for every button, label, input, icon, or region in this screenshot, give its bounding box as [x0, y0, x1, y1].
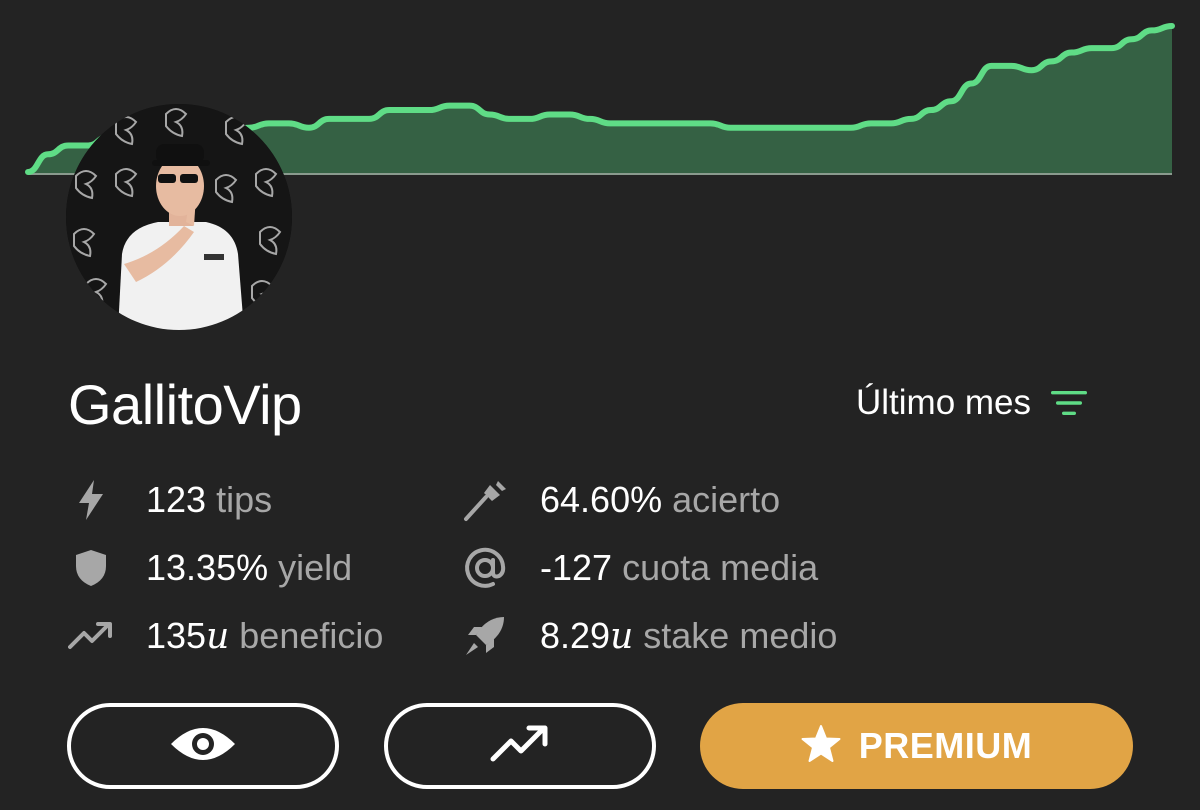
stat-acierto: 64.60% acierto [460, 470, 780, 530]
avatar[interactable] [66, 104, 292, 330]
dart-icon [460, 475, 510, 525]
stat-unit: u [206, 616, 230, 657]
stat-label: cuota media [622, 547, 819, 588]
stat-value: 64.60% [540, 479, 663, 520]
stat-beneficio: 135u beneficio [66, 606, 383, 666]
stats-button[interactable] [384, 703, 656, 789]
at-icon [460, 543, 510, 593]
eye-icon [168, 724, 238, 769]
premium-button[interactable]: PREMIUM [700, 703, 1133, 789]
stat-stake-medio: 8.29u stake medio [460, 606, 837, 666]
stat-cuota-media: -127 cuota media [460, 538, 818, 598]
trend-up-icon [66, 611, 116, 661]
stat-label: tips [216, 479, 273, 520]
filter-icon[interactable] [1049, 389, 1089, 417]
stat-yield: 13.35% yield [66, 538, 352, 598]
stat-label: beneficio [239, 615, 384, 656]
stat-number: 135 [146, 615, 207, 656]
username: GallitoVip [68, 373, 302, 436]
period-filter[interactable]: Último mes [856, 383, 1089, 423]
period-label: Último mes [856, 383, 1032, 422]
trend-up-icon [489, 723, 551, 770]
stat-value: 123 [146, 479, 207, 520]
stat-label: yield [278, 547, 353, 588]
stat-unit: u [610, 616, 634, 657]
view-button[interactable] [67, 703, 339, 789]
stat-tips: 123 tips [66, 470, 272, 530]
stat-value: -127 [540, 547, 613, 588]
stat-number: 8.29 [540, 615, 611, 656]
stat-label: acierto [672, 479, 781, 520]
premium-label: PREMIUM [858, 725, 1033, 766]
rocket-icon [460, 611, 510, 661]
shield-icon [66, 543, 116, 593]
stats-grid: 123 tips 64.60% acierto 13.35% yield -12… [66, 470, 966, 670]
bolt-icon [66, 475, 116, 525]
stat-value: 13.35% [146, 547, 269, 588]
stat-label: stake medio [643, 615, 838, 656]
stat-value: 8.29u [540, 615, 634, 657]
stat-value: 135u [146, 615, 230, 657]
profile-photo [66, 104, 292, 330]
star-icon [801, 724, 841, 769]
